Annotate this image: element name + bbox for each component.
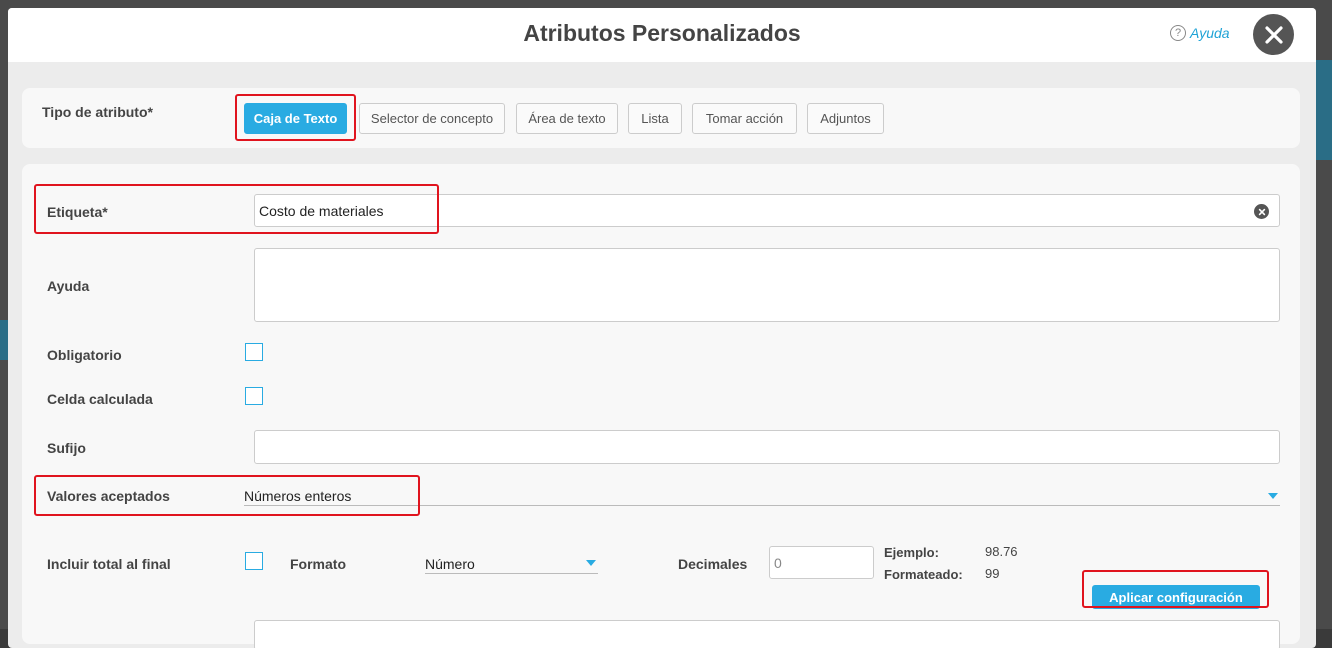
chevron-down-icon bbox=[1268, 493, 1278, 499]
background-accent-left bbox=[0, 320, 8, 360]
calculated-cell-label: Celda calculada bbox=[47, 391, 153, 407]
calculated-cell-checkbox[interactable] bbox=[245, 387, 263, 405]
dialog-header: Atributos Personalizados ? Ayuda bbox=[8, 8, 1316, 62]
background-accent bbox=[1316, 60, 1332, 160]
example-label: Ejemplo: bbox=[884, 545, 939, 560]
accepted-values-value: Números enteros bbox=[244, 488, 352, 504]
label-field-label: Etiqueta* bbox=[47, 204, 108, 220]
include-total-checkbox[interactable] bbox=[245, 552, 263, 570]
accepted-values-select[interactable]: Números enteros bbox=[244, 488, 1280, 506]
type-list-button[interactable]: Lista bbox=[628, 103, 682, 134]
chevron-down-icon bbox=[586, 560, 596, 566]
type-concept-selector-button[interactable]: Selector de concepto bbox=[359, 103, 505, 134]
decimals-label: Decimales bbox=[678, 556, 748, 572]
required-checkbox[interactable] bbox=[245, 343, 263, 361]
help-field-label: Ayuda bbox=[47, 278, 90, 294]
decimals-placeholder: 0 bbox=[774, 554, 782, 571]
help-textarea[interactable] bbox=[254, 248, 1280, 322]
type-text-box-button[interactable]: Caja de Texto bbox=[244, 103, 347, 134]
help-circle-icon: ? bbox=[1170, 25, 1186, 41]
example-value: 98.76 bbox=[985, 544, 1018, 559]
custom-attributes-dialog: Atributos Personalizados ? Ayuda Tipo de… bbox=[8, 8, 1316, 648]
decimals-input[interactable]: 0 bbox=[769, 546, 874, 579]
attribute-type-section: Tipo de atributo* Caja de Texto Selector… bbox=[22, 88, 1300, 148]
format-select[interactable]: Número bbox=[425, 556, 598, 574]
format-label: Formato bbox=[290, 556, 346, 572]
label-input[interactable]: Costo de materiales bbox=[254, 194, 1280, 227]
help-link[interactable]: ? Ayuda bbox=[1170, 25, 1230, 41]
close-button[interactable] bbox=[1253, 14, 1294, 55]
suffix-input[interactable] bbox=[254, 430, 1280, 464]
close-icon bbox=[1264, 25, 1283, 44]
apply-configuration-button[interactable]: Aplicar configuración bbox=[1092, 585, 1260, 609]
attribute-form: Etiqueta* Costo de materiales Ayuda Obli… bbox=[22, 164, 1300, 648]
dialog-title: Atributos Personalizados bbox=[523, 20, 801, 46]
type-take-action-button[interactable]: Tomar acción bbox=[692, 103, 797, 134]
type-text-area-button[interactable]: Área de texto bbox=[516, 103, 618, 134]
include-total-label: Incluir total al final bbox=[47, 556, 171, 572]
attribute-type-label: Tipo de atributo* bbox=[42, 104, 153, 120]
required-label: Obligatorio bbox=[47, 347, 122, 363]
label-input-value: Costo de materiales bbox=[259, 202, 384, 219]
suffix-label: Sufijo bbox=[47, 440, 86, 456]
accepted-values-label: Valores aceptados bbox=[47, 488, 170, 504]
format-value: Número bbox=[425, 556, 475, 572]
help-link-label: Ayuda bbox=[1190, 25, 1230, 41]
formatted-label: Formateado: bbox=[884, 567, 963, 582]
clear-input-icon[interactable] bbox=[1254, 204, 1269, 219]
formatted-value: 99 bbox=[985, 566, 1000, 581]
type-attachments-button[interactable]: Adjuntos bbox=[807, 103, 884, 134]
additional-input[interactable] bbox=[254, 620, 1280, 648]
